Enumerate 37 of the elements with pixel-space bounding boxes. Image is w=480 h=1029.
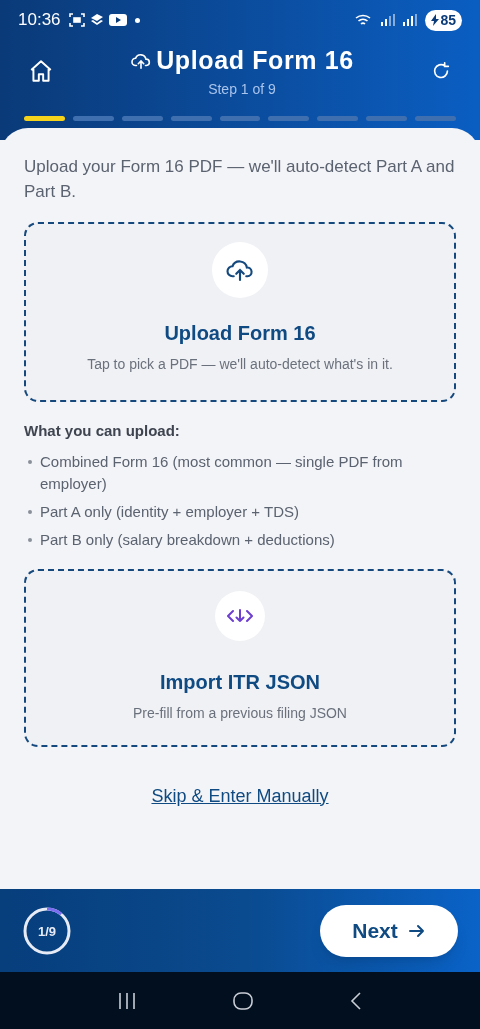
battery-indicator: 85: [425, 9, 462, 31]
card-title: Import ITR JSON: [160, 669, 320, 695]
upload-info-heading: What you can upload:: [24, 421, 181, 441]
bullet-icon: [28, 459, 32, 464]
cloud-upload-icon: [130, 51, 153, 70]
status-time: 10:36: [18, 9, 61, 32]
arrow-right-icon: [407, 922, 426, 939]
step-label: Step 1 of 9: [208, 80, 276, 100]
home-nav-button[interactable]: [232, 989, 254, 1012]
back-button[interactable]: [348, 990, 363, 1011]
list-item-text: Part A only (identity + employer + TDS): [40, 501, 299, 522]
bullet-icon: [28, 509, 32, 514]
bullet-icon: [28, 537, 32, 542]
back-icon: [348, 990, 363, 1011]
card-subtitle: Tap to pick a PDF — we'll auto-detect what's in it.: [87, 355, 393, 374]
code-download-icon: [227, 607, 253, 624]
card-subtitle: Pre-fill from a previous filing JSON: [133, 703, 347, 723]
import-card[interactable]: Import ITR JSON Pre-fill from a previous filing JSON: [24, 568, 456, 747]
video-icon: [108, 13, 127, 27]
signal-icon: [403, 14, 418, 26]
recent-apps-icon: [117, 991, 138, 1010]
step-counter: 1/9: [37, 924, 57, 937]
upload-card[interactable]: Upload Form 16 Tap to pick a PDF — we'll auto-detect what's in it.: [24, 222, 456, 402]
cloud-upload-icon: [225, 257, 255, 283]
next-button[interactable]: Next: [320, 904, 458, 957]
page-title: Upload Form 16: [156, 44, 354, 76]
recent-apps-button[interactable]: [117, 991, 138, 1010]
home-icon: [28, 58, 54, 84]
progress-ring: [23, 907, 71, 954]
home-button[interactable]: [28, 58, 54, 84]
list-item-text: Combined Form 16 (most common — single PDF from employer): [40, 451, 404, 494]
list-item-text: Part B only (salary breakdown + deductions): [40, 529, 335, 550]
card-title: Upload Form 16: [164, 321, 316, 346]
screenshot-icon: [68, 12, 85, 28]
intro-text: Upload your Form 16 PDF — we'll auto-detect Part A and Part B.: [24, 156, 456, 203]
skip-link[interactable]: Skip & Enter Manually: [151, 782, 329, 810]
signal-icon: [381, 14, 396, 26]
